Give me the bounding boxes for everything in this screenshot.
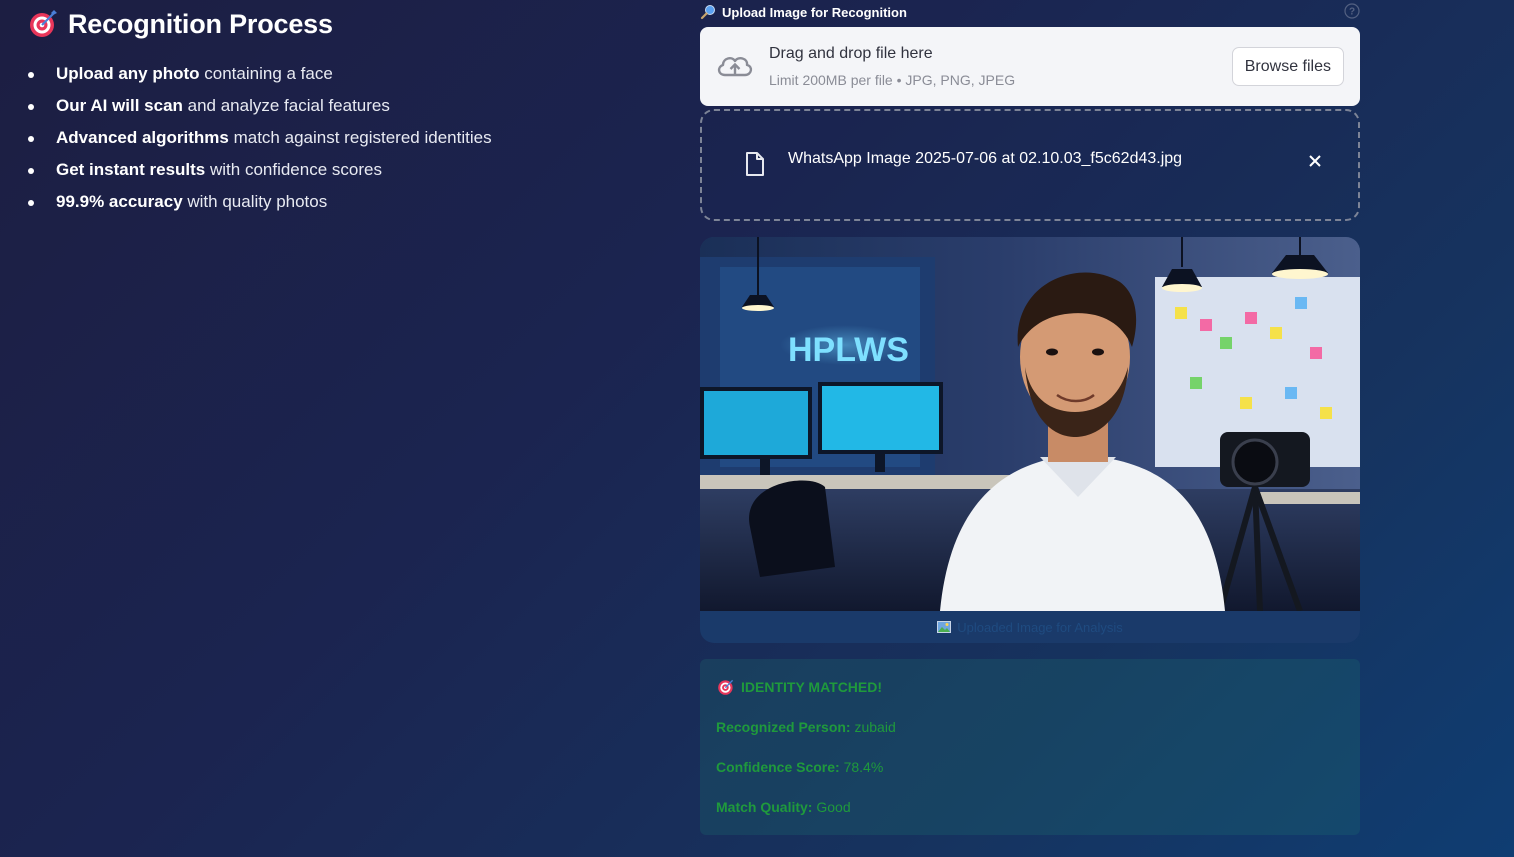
cloud-upload-icon [717,57,753,77]
confidence-score-value: 78.4% [843,759,884,775]
confidence-score-line: Confidence Score: 78.4% [716,759,883,775]
browse-files-button[interactable]: Browse files [1231,47,1344,86]
step-bold: 99.9% accuracy [56,192,183,211]
confidence-score-label: Confidence Score: [716,759,840,775]
step-text: match against registered identities [228,128,492,147]
target-icon [718,679,734,695]
result-heading: IDENTITY MATCHED! [717,678,882,696]
file-icon [746,152,764,176]
dropzone-limit: Limit 200MB per file • JPG, PNG, JPEG [769,72,1016,88]
list-item: Advanced algorithms match against regist… [28,122,668,154]
help-icon[interactable]: ? [1344,3,1360,19]
svg-text:HPLWS: HPLWS [788,331,909,369]
page-title: Recognition Process [68,8,333,39]
recognized-person-value: zubaid [854,719,896,735]
uploaded-file-item: WhatsApp Image 2025-07-06 at 02.10.03_f5… [700,109,1360,221]
uploaded-photo: HPLWS [700,237,1360,611]
magnifier-icon [700,5,715,20]
image-caption-text: Uploaded Image for Analysis [957,619,1123,635]
uploader-label-text: Upload Image for Recognition [722,4,907,20]
step-text: with confidence scores [205,160,382,179]
step-text: with quality photos [182,192,328,211]
list-item: 99.9% accuracy with quality photos [28,186,668,218]
recognition-process-section: Recognition Process Upload any photo con… [28,8,668,218]
step-bold: Get instant results [56,160,206,179]
recognition-result-alert: IDENTITY MATCHED! Recognized Person: zub… [700,659,1360,835]
close-icon[interactable] [1308,154,1322,168]
list-item: Get instant results with confidence scor… [28,154,668,186]
svg-text:?: ? [1349,7,1355,18]
step-bold: Advanced algorithms [56,128,229,147]
step-text: and analyze facial features [182,96,390,115]
uploader-label: Upload Image for Recognition ? [700,0,1360,24]
target-icon [30,10,57,37]
steps-list: Upload any photo containing a face Our A… [28,58,668,218]
image-caption: Uploaded Image for Analysis [700,611,1360,643]
section-header: Recognition Process [28,8,668,40]
match-quality-value: Good [816,799,851,815]
file-dropzone[interactable]: Drag and drop file here Limit 200MB per … [700,27,1360,106]
match-quality-line: Match Quality: Good [716,799,851,815]
step-bold: Upload any photo [56,64,200,83]
upload-section: Upload Image for Recognition ? Drag and … [700,0,1360,835]
uploaded-image-card: HPLWS Uploaded Image for Analysis [700,237,1360,643]
match-quality-label: Match Quality: [716,799,813,815]
result-heading-text: IDENTITY MATCHED! [741,679,883,695]
picture-icon [937,621,952,633]
step-bold: Our AI will scan [56,96,183,115]
recognized-person-label: Recognized Person: [716,719,851,735]
dropzone-text: Drag and drop file here Limit 200MB per … [769,45,1015,88]
step-text: containing a face [199,64,333,83]
list-item: Upload any photo containing a face [28,58,668,90]
list-item: Our AI will scan and analyze facial feat… [28,90,668,122]
file-name: WhatsApp Image 2025-07-06 at 02.10.03_f5… [788,150,1183,167]
recognized-person-line: Recognized Person: zubaid [716,719,896,735]
dropzone-title: Drag and drop file here [769,45,933,62]
